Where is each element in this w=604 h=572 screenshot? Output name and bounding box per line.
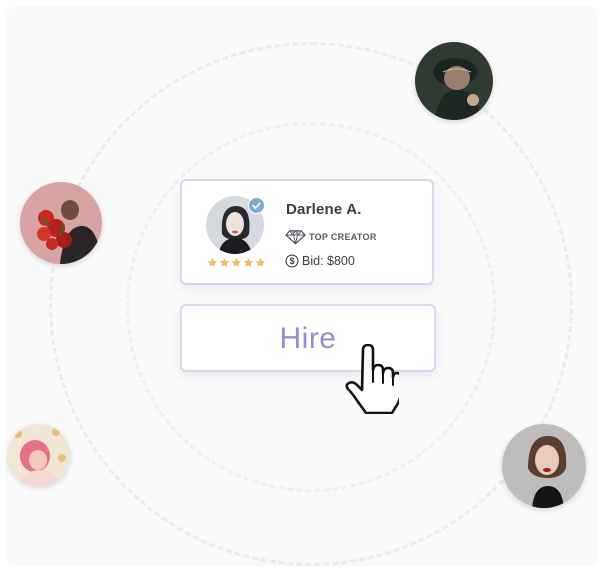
creator-avatar-bottom-left[interactable] — [8, 424, 70, 486]
dollar-coin-icon: $ — [285, 254, 299, 268]
bid-amount: Bid: $800 — [302, 254, 355, 268]
creator-name: Darlene A. — [286, 201, 362, 218]
star-icon — [219, 257, 230, 267]
hire-button-label: Hire — [279, 321, 337, 355]
verified-check-icon — [248, 197, 265, 214]
star-icon — [255, 257, 266, 267]
hand-pointer-icon — [345, 344, 399, 414]
creator-avatar-left[interactable] — [20, 182, 102, 264]
star-icon — [207, 257, 218, 267]
diamond-icon — [285, 230, 306, 245]
creator-badge-label: TOP CREATOR — [309, 232, 377, 242]
star-icon — [243, 257, 254, 267]
star-icon — [231, 257, 242, 267]
creator-avatar-top-right[interactable] — [415, 42, 493, 120]
creator-title-row: TOP CREATOR — [285, 229, 377, 245]
creator-avatar-bottom-right[interactable] — [502, 424, 586, 508]
svg-text:$: $ — [290, 256, 295, 266]
rating-stars — [207, 257, 266, 271]
bid-row: $ Bid: $800 — [285, 254, 355, 268]
creator-card[interactable]: Darlene A. TOP CREATOR $ Bid: $800 — [180, 179, 434, 285]
